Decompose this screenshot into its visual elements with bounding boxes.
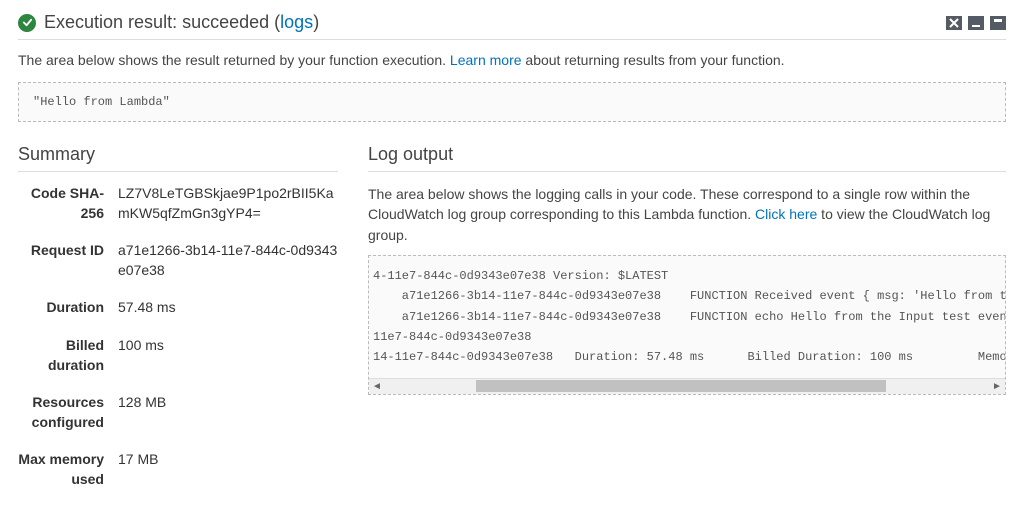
summary-row-billed: Billed duration 100 ms xyxy=(18,336,338,375)
desc-before: The area below shows the result returned… xyxy=(18,52,450,68)
summary-row-resources: Resources configured 128 MB xyxy=(18,393,338,432)
result-header: Execution result: succeeded (logs) xyxy=(18,12,1006,40)
summary-column: Summary Code SHA-256 LZ7V8LeTGBSkjae9P1p… xyxy=(18,144,338,508)
horizontal-scrollbar[interactable]: ◄ ► xyxy=(369,378,1005,394)
log-column: Log output The area below shows the logg… xyxy=(368,144,1006,395)
summary-label: Resources configured xyxy=(18,393,118,432)
window-controls xyxy=(946,16,1006,30)
details-columns: Summary Code SHA-256 LZ7V8LeTGBSkjae9P1p… xyxy=(18,144,1006,508)
minimize-icon[interactable] xyxy=(968,16,984,30)
result-description: The area below shows the result returned… xyxy=(18,52,1006,68)
summary-row-request-id: Request ID a71e1266-3b14-11e7-844c-0d934… xyxy=(18,241,338,280)
scroll-right-arrow-icon[interactable]: ► xyxy=(989,378,1005,394)
summary-label: Billed duration xyxy=(18,336,118,375)
result-status: succeeded xyxy=(182,12,269,32)
function-return-value: "Hello from Lambda" xyxy=(18,82,1006,122)
log-output-box: 4-11e7-844c-0d9343e07e38 Version: $LATES… xyxy=(368,255,1006,395)
summary-value: 128 MB xyxy=(118,393,338,432)
desc-after: about returning results from your functi… xyxy=(522,52,785,68)
summary-value: LZ7V8LeTGBSkjae9P1po2rBII5KamKW5qfZmGn3g… xyxy=(118,184,338,223)
summary-label: Max memory used xyxy=(18,450,118,489)
cloudwatch-link[interactable]: Click here xyxy=(755,206,817,222)
result-header-left: Execution result: succeeded (logs) xyxy=(18,12,319,33)
summary-value: a71e1266-3b14-11e7-844c-0d9343e07e38 xyxy=(118,241,338,280)
summary-value: 100 ms xyxy=(118,336,338,375)
summary-row-max-memory: Max memory used 17 MB xyxy=(18,450,338,489)
result-title: Execution result: succeeded (logs) xyxy=(44,12,319,33)
summary-row-duration: Duration 57.48 ms xyxy=(18,298,338,318)
summary-title: Summary xyxy=(18,144,338,172)
summary-label: Code SHA-256 xyxy=(18,184,118,223)
scroll-thumb[interactable] xyxy=(476,380,887,392)
log-description: The area below shows the logging calls i… xyxy=(368,184,1006,245)
success-check-icon xyxy=(18,14,36,32)
learn-more-link[interactable]: Learn more xyxy=(450,52,522,68)
logs-link[interactable]: logs xyxy=(280,12,313,32)
log-title: Log output xyxy=(368,144,1006,172)
result-title-prefix: Execution result: xyxy=(44,12,182,32)
summary-value: 17 MB xyxy=(118,450,338,489)
log-lines: 4-11e7-844c-0d9343e07e38 Version: $LATES… xyxy=(369,256,1005,378)
summary-value: 57.48 ms xyxy=(118,298,338,318)
summary-label: Duration xyxy=(18,298,118,318)
close-icon[interactable] xyxy=(946,16,962,30)
scroll-track[interactable] xyxy=(385,378,989,394)
summary-row-sha: Code SHA-256 LZ7V8LeTGBSkjae9P1po2rBII5K… xyxy=(18,184,338,223)
summary-label: Request ID xyxy=(18,241,118,280)
maximize-icon[interactable] xyxy=(990,16,1006,30)
scroll-left-arrow-icon[interactable]: ◄ xyxy=(369,378,385,394)
